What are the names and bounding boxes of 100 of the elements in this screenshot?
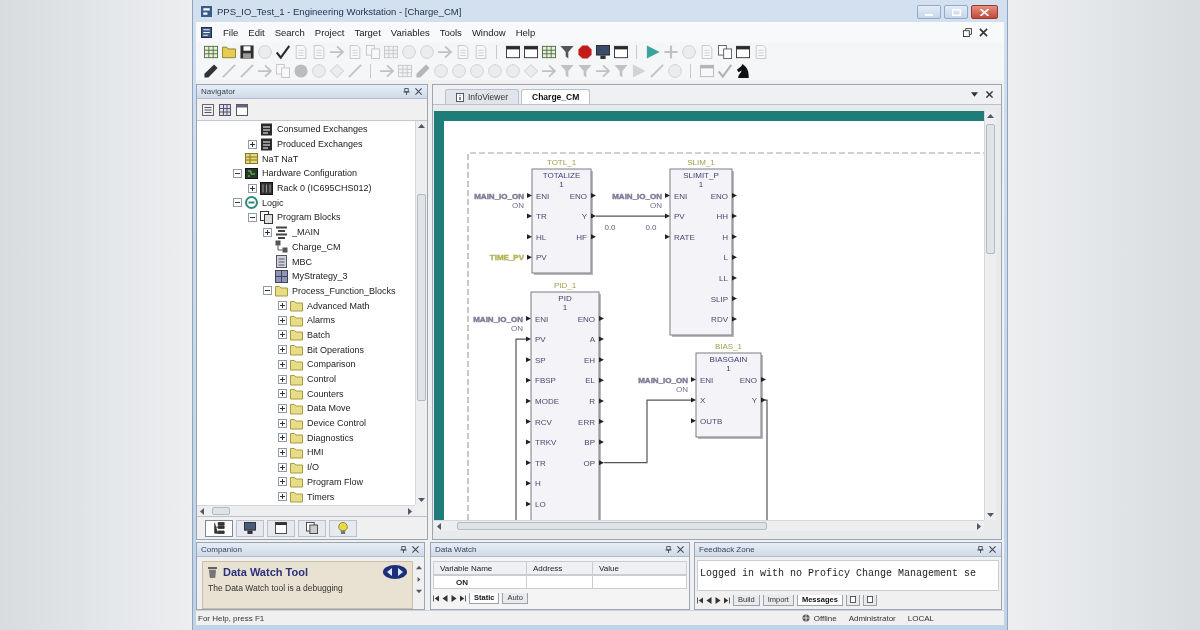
- up-arrow-icon[interactable]: [987, 114, 994, 118]
- tree-item[interactable]: Control: [307, 374, 336, 385]
- tree-item[interactable]: Counters: [307, 388, 344, 399]
- monitor-icon[interactable]: [596, 44, 610, 59]
- funnel-icon[interactable]: [560, 44, 574, 59]
- menu-item[interactable]: File: [218, 26, 244, 38]
- down-arrow-icon[interactable]: [418, 498, 425, 502]
- tree-item[interactable]: Hardware Configuration: [262, 168, 358, 179]
- tree-item[interactable]: Batch: [307, 329, 330, 340]
- table-cell[interactable]: [593, 575, 687, 589]
- pin-icon[interactable]: [400, 546, 407, 553]
- up-arrow-icon[interactable]: [416, 565, 422, 570]
- close-icon[interactable]: [677, 546, 684, 553]
- pencil-icon[interactable]: [204, 63, 218, 78]
- down-arrow-icon[interactable]: [416, 589, 422, 594]
- tree-item[interactable]: _MAIN: [292, 227, 320, 238]
- close-icon[interactable]: [989, 546, 996, 553]
- function-block[interactable]: [691, 352, 766, 439]
- navigator-tab[interactable]: [267, 519, 295, 537]
- tree-item[interactable]: Data Move: [307, 403, 351, 414]
- table-icon[interactable]: [204, 44, 218, 59]
- minus-box-icon[interactable]: [232, 168, 242, 178]
- menu-item[interactable]: Search: [269, 26, 310, 38]
- menu-item[interactable]: Target: [349, 26, 386, 38]
- tree-item[interactable]: Process_Function_Blocks: [292, 285, 396, 296]
- table-icon[interactable]: [542, 44, 556, 59]
- panel-tab[interactable]: [862, 594, 877, 606]
- scrollbar-thumb[interactable]: [212, 507, 230, 515]
- tree-item[interactable]: I/O: [307, 462, 319, 473]
- document-icon[interactable]: [201, 26, 212, 38]
- plus-box-icon[interactable]: [277, 418, 287, 428]
- table-cell[interactable]: [527, 575, 593, 589]
- column-header[interactable]: Value: [593, 561, 687, 575]
- skip-back-icon[interactable]: [697, 596, 703, 604]
- function-block[interactable]: [665, 168, 737, 337]
- navigation-arrows-icon[interactable]: [383, 565, 407, 579]
- plus-box-icon[interactable]: [277, 359, 287, 369]
- horizontal-scrollbar[interactable]: [197, 505, 415, 516]
- left-arrow-icon[interactable]: [706, 596, 712, 604]
- plus-box-icon[interactable]: [277, 403, 287, 413]
- skip-back-icon[interactable]: [433, 594, 439, 602]
- close-icon[interactable]: [412, 546, 419, 553]
- window-icon[interactable]: [614, 44, 628, 59]
- menu-item[interactable]: Tools: [434, 26, 467, 38]
- skip-forward-icon[interactable]: [460, 594, 466, 602]
- menu-item[interactable]: Edit: [243, 26, 270, 38]
- tree-item[interactable]: Rack 0 (IC695CHS012): [277, 183, 372, 194]
- scrollbar-thumb[interactable]: [986, 124, 995, 254]
- pin-icon[interactable]: [977, 546, 984, 553]
- up-arrow-icon[interactable]: [418, 124, 425, 128]
- caret-down-icon[interactable]: [971, 91, 978, 98]
- tree-item[interactable]: Bit Operations: [307, 344, 365, 355]
- stop-icon[interactable]: [578, 44, 592, 59]
- function-block[interactable]: [526, 291, 604, 520]
- chess-knight-icon[interactable]: [736, 63, 750, 78]
- navigator-tab[interactable]: [236, 519, 264, 537]
- menu-item[interactable]: Window: [466, 26, 511, 38]
- restore-icon[interactable]: [963, 27, 972, 37]
- plus-box-icon[interactable]: [277, 330, 287, 340]
- table-icon[interactable]: [219, 103, 231, 116]
- plus-box-icon[interactable]: [277, 492, 287, 502]
- tree-item[interactable]: NaT NaT: [262, 153, 299, 164]
- plus-box-icon[interactable]: [277, 462, 287, 472]
- navigator-tab[interactable]: [298, 519, 326, 537]
- tree-item[interactable]: Diagnostics: [307, 432, 354, 443]
- copy-icon[interactable]: [718, 44, 732, 59]
- close-icon[interactable]: [986, 91, 993, 98]
- plus-box-icon[interactable]: [247, 183, 257, 193]
- plus-box-icon[interactable]: [247, 139, 257, 149]
- pin-icon[interactable]: [403, 88, 410, 95]
- left-arrow-icon[interactable]: [437, 522, 441, 530]
- right-arrow-icon[interactable]: [451, 594, 457, 602]
- navigator-tab[interactable]: [205, 519, 233, 537]
- right-arrow-icon[interactable]: [408, 507, 412, 515]
- right-arrow-icon[interactable]: [715, 596, 721, 604]
- column-header[interactable]: Variable Name: [433, 561, 527, 575]
- plus-box-icon[interactable]: [277, 389, 287, 399]
- menu-item[interactable]: Project: [309, 26, 350, 38]
- tree-item[interactable]: Program Blocks: [277, 212, 341, 223]
- menu-item[interactable]: Variables: [385, 26, 435, 38]
- minus-box-icon[interactable]: [262, 286, 272, 296]
- tree-item[interactable]: Consumed Exchanges: [277, 124, 368, 135]
- minus-box-icon[interactable]: [247, 212, 257, 222]
- pin-icon[interactable]: [665, 546, 672, 553]
- list-icon[interactable]: [202, 103, 214, 116]
- plus-box-icon[interactable]: [277, 315, 287, 325]
- scrollbar-thumb[interactable]: [417, 194, 426, 401]
- table-cell[interactable]: ON: [433, 575, 527, 589]
- right-arrow-icon[interactable]: [416, 577, 422, 582]
- window-icon[interactable]: [506, 44, 520, 59]
- vertical-scrollbar[interactable]: [984, 111, 996, 520]
- plus-box-icon[interactable]: [277, 374, 287, 384]
- tree-item[interactable]: Produced Exchanges: [277, 139, 363, 150]
- function-block[interactable]: [527, 168, 596, 275]
- skip-forward-icon[interactable]: [724, 596, 730, 604]
- column-header[interactable]: Address: [527, 561, 593, 575]
- vertical-scrollbar[interactable]: [415, 121, 427, 505]
- tree-item[interactable]: MyStrategy_3: [292, 271, 348, 282]
- plus-box-icon[interactable]: [277, 345, 287, 355]
- scrollbar-thumb[interactable]: [457, 522, 767, 530]
